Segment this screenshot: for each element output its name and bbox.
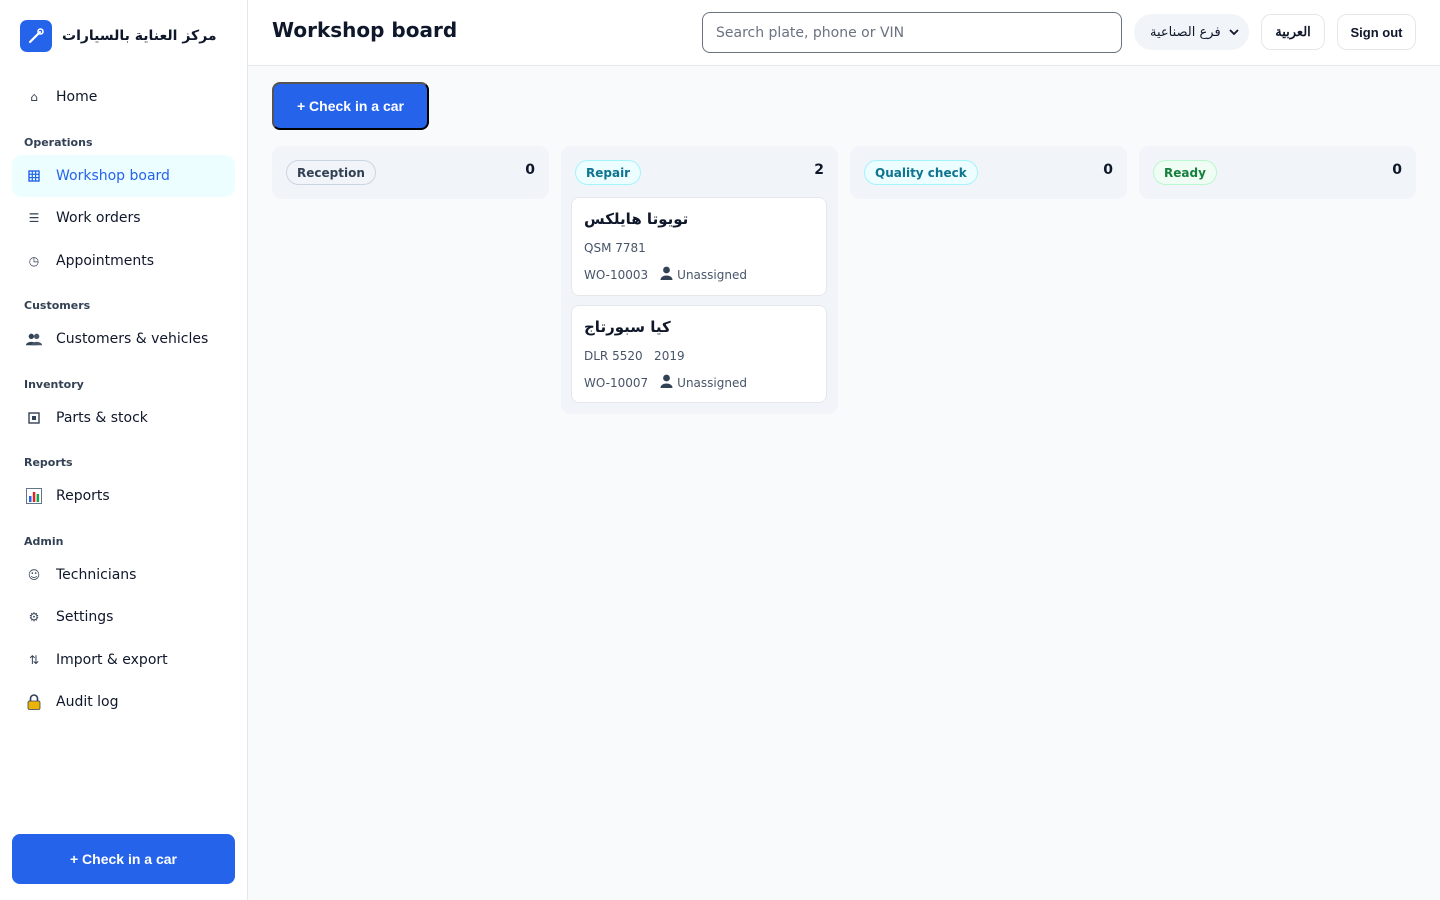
sidebar-item-customers-vehicles[interactable]: Customers & vehicles: [12, 318, 235, 360]
card-plate: QSM 7781: [584, 241, 646, 255]
sidebar-item-workshop-board[interactable]: Workshop board: [12, 155, 235, 197]
sign-out-button[interactable]: Sign out: [1337, 14, 1416, 50]
branch-select[interactable]: فرع الصناعية: [1134, 14, 1249, 50]
search-input[interactable]: [702, 12, 1122, 53]
clock-icon: ◷: [28, 254, 40, 268]
sidebar-item-label: Audit log: [56, 694, 119, 710]
column-quality-check: Quality check 0: [850, 146, 1127, 199]
check-in-car-button[interactable]: + Check in a car: [12, 834, 235, 884]
smiley-icon: ☺: [27, 568, 41, 582]
work-order-card[interactable]: تويوتا هايلكس QSM 7781 WO-10003 Unassign…: [571, 197, 827, 296]
sidebar-item-technicians[interactable]: ☺ Technicians: [12, 554, 235, 596]
card-technician: Unassigned: [660, 374, 747, 391]
card-footer: WO-10003 Unassigned: [584, 266, 747, 283]
home-icon: ⌂: [30, 90, 38, 104]
section-heading-customers: Customers: [24, 299, 91, 312]
column-header: Repair 2: [561, 146, 838, 196]
card-vehicle-name: تويوتا هايلكس: [584, 210, 689, 228]
section-heading-operations: Operations: [24, 136, 93, 149]
check-in-car-main-button[interactable]: + Check in a car: [272, 82, 429, 130]
section-heading-reports: Reports: [24, 456, 73, 469]
people-icon: [26, 331, 42, 347]
chevron-down-icon: [1229, 25, 1239, 40]
sidebar-item-label: Technicians: [56, 567, 137, 583]
page-title: Workshop board: [272, 18, 458, 42]
column-ready: Ready 0: [1139, 146, 1416, 199]
sidebar-item-label: Home: [56, 89, 98, 105]
column-count: 0: [1392, 162, 1402, 178]
sidebar-item-reports[interactable]: Reports: [12, 475, 235, 517]
language-toggle-button[interactable]: العربية: [1261, 14, 1325, 50]
column-status-pill: Repair: [575, 160, 642, 185]
wrench-icon: [20, 20, 52, 52]
sidebar-item-work-orders[interactable]: ☰ Work orders: [12, 197, 235, 239]
sidebar-item-label: Reports: [56, 488, 110, 504]
column-status-pill: Ready: [1153, 160, 1217, 185]
sidebar-item-appointments[interactable]: ◷ Appointments: [12, 240, 235, 282]
card-footer: WO-10007 Unassigned: [584, 374, 747, 391]
gear-icon: ⚙: [28, 610, 40, 624]
list-icon: ☰: [28, 211, 40, 225]
card-work-order-id: WO-10003: [584, 267, 649, 282]
sidebar-item-settings[interactable]: ⚙ Settings: [12, 596, 235, 638]
card-technician-label: Unassigned: [677, 267, 747, 282]
column-count: 0: [525, 162, 535, 178]
card-vehicle-name: كيا سبورتاج: [584, 318, 671, 336]
sidebar-item-label: Settings: [56, 609, 114, 625]
sidebar-item-parts-stock[interactable]: Parts & stock: [12, 397, 235, 439]
column-header: Reception 0: [272, 146, 549, 196]
column-status-pill: Reception: [286, 160, 376, 185]
section-heading-admin: Admin: [24, 535, 64, 548]
brand[interactable]: مركز العناية بالسيارات: [20, 20, 217, 52]
box-icon: [26, 410, 42, 426]
sidebar-item-import-export[interactable]: ⇅ Import & export: [12, 639, 235, 681]
top-header: Workshop board فرع الصناعية العربية Sign…: [248, 0, 1440, 66]
lock-icon: [26, 694, 42, 710]
card-technician-label: Unassigned: [677, 375, 747, 390]
column-header: Quality check 0: [850, 146, 1127, 196]
card-technician: Unassigned: [660, 266, 747, 283]
column-count: 2: [814, 162, 824, 178]
section-heading-inventory: Inventory: [24, 378, 84, 391]
sidebar-item-label: Work orders: [56, 210, 141, 226]
person-icon: [660, 374, 673, 391]
sidebar-item-label: Import & export: [56, 652, 168, 668]
brand-name: مركز العناية بالسيارات: [62, 28, 217, 44]
column-reception: Reception 0: [272, 146, 549, 199]
branch-select-value: فرع الصناعية: [1150, 24, 1221, 40]
sidebar: مركز العناية بالسيارات ⌂ Home Operations…: [0, 0, 248, 900]
sidebar-item-home[interactable]: ⌂ Home: [12, 76, 235, 118]
work-order-card[interactable]: كيا سبورتاج DLR 5520 2019 WO-10007 Unass…: [571, 305, 827, 403]
person-icon: [660, 266, 673, 283]
sidebar-item-label: Parts & stock: [56, 410, 148, 426]
column-repair: Repair 2 تويوتا هايلكس QSM 7781 WO-10003…: [561, 146, 838, 414]
arrows-updown-icon: ⇅: [28, 653, 40, 667]
sidebar-item-label: Customers & vehicles: [56, 331, 209, 347]
sidebar-item-label: Appointments: [56, 253, 155, 269]
bar-chart-icon: [26, 488, 42, 504]
column-status-pill: Quality check: [864, 160, 978, 185]
column-count: 0: [1103, 162, 1113, 178]
sidebar-item-audit-log[interactable]: Audit log: [12, 681, 235, 723]
sidebar-item-label: Workshop board: [56, 168, 170, 184]
column-header: Ready 0: [1139, 146, 1416, 196]
card-plate: DLR 5520 2019: [584, 349, 685, 363]
card-work-order-id: WO-10007: [584, 375, 649, 390]
grid-icon: [26, 168, 42, 184]
